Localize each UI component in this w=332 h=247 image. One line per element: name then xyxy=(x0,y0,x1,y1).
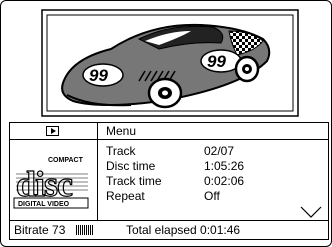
play-status-cell xyxy=(10,123,98,140)
bitrate-bar xyxy=(76,225,77,235)
repeat-label: Repeat xyxy=(106,189,145,203)
bitrate-bar xyxy=(82,225,83,235)
play-icon[interactable] xyxy=(46,126,59,136)
info-row-track-time: Track time 0:02:06 xyxy=(106,174,306,189)
info-panel: Menu COMPACT disc DIGITAL VIDEO Track 02… xyxy=(9,122,329,240)
info-row-disc-time: Disc time 1:05:26 xyxy=(106,159,306,174)
video-preview: 99 99 xyxy=(41,9,299,117)
repeat-value[interactable]: Off xyxy=(204,189,220,204)
bitrate-label: Bitrate 73 xyxy=(14,223,66,237)
logo-digital-video-text: DIGITAL VIDEO xyxy=(18,201,70,208)
player-window: 99 99 Menu COMPACT disc DIGITAL VIDEO Tr… xyxy=(0,0,332,247)
car-number-front: 99 xyxy=(89,66,108,85)
total-elapsed: Total elapsed 0:01:46 xyxy=(126,223,241,237)
info-row-track: Track 02/07 xyxy=(106,144,306,159)
info-row-repeat[interactable]: Repeat Off xyxy=(106,189,306,204)
bitrate-bar xyxy=(92,225,93,235)
compact-disc-logo: COMPACT disc DIGITAL VIDEO xyxy=(13,157,89,209)
status-bar: Bitrate 73 Total elapsed 0:01:46 xyxy=(10,220,328,239)
bitrate-bar xyxy=(80,225,81,235)
track-label: Track xyxy=(106,144,136,158)
track-time-value: 0:02:06 xyxy=(204,174,245,188)
track-value: 02/07 xyxy=(204,144,235,158)
bitrate-bar xyxy=(86,225,87,235)
track-time-label: Track time xyxy=(106,174,162,188)
disc-time-value: 1:05:26 xyxy=(204,159,245,173)
track-info: Track 02/07 Disc time 1:05:26 Track time… xyxy=(106,144,306,204)
menu-header[interactable]: Menu xyxy=(98,123,328,140)
bitrate-bar xyxy=(78,225,79,235)
car-number-side: 99 xyxy=(207,52,226,71)
bitrate-bar xyxy=(88,225,89,235)
chevron-down-icon[interactable] xyxy=(300,206,322,218)
bitrate-bar xyxy=(90,225,91,235)
disc-logo-cell: COMPACT disc DIGITAL VIDEO xyxy=(10,140,98,221)
bitrate-bar xyxy=(84,225,85,235)
logo-compact-text: COMPACT xyxy=(48,157,84,164)
bitrate-meter xyxy=(76,225,93,235)
disc-time-label: Disc time xyxy=(106,159,156,173)
